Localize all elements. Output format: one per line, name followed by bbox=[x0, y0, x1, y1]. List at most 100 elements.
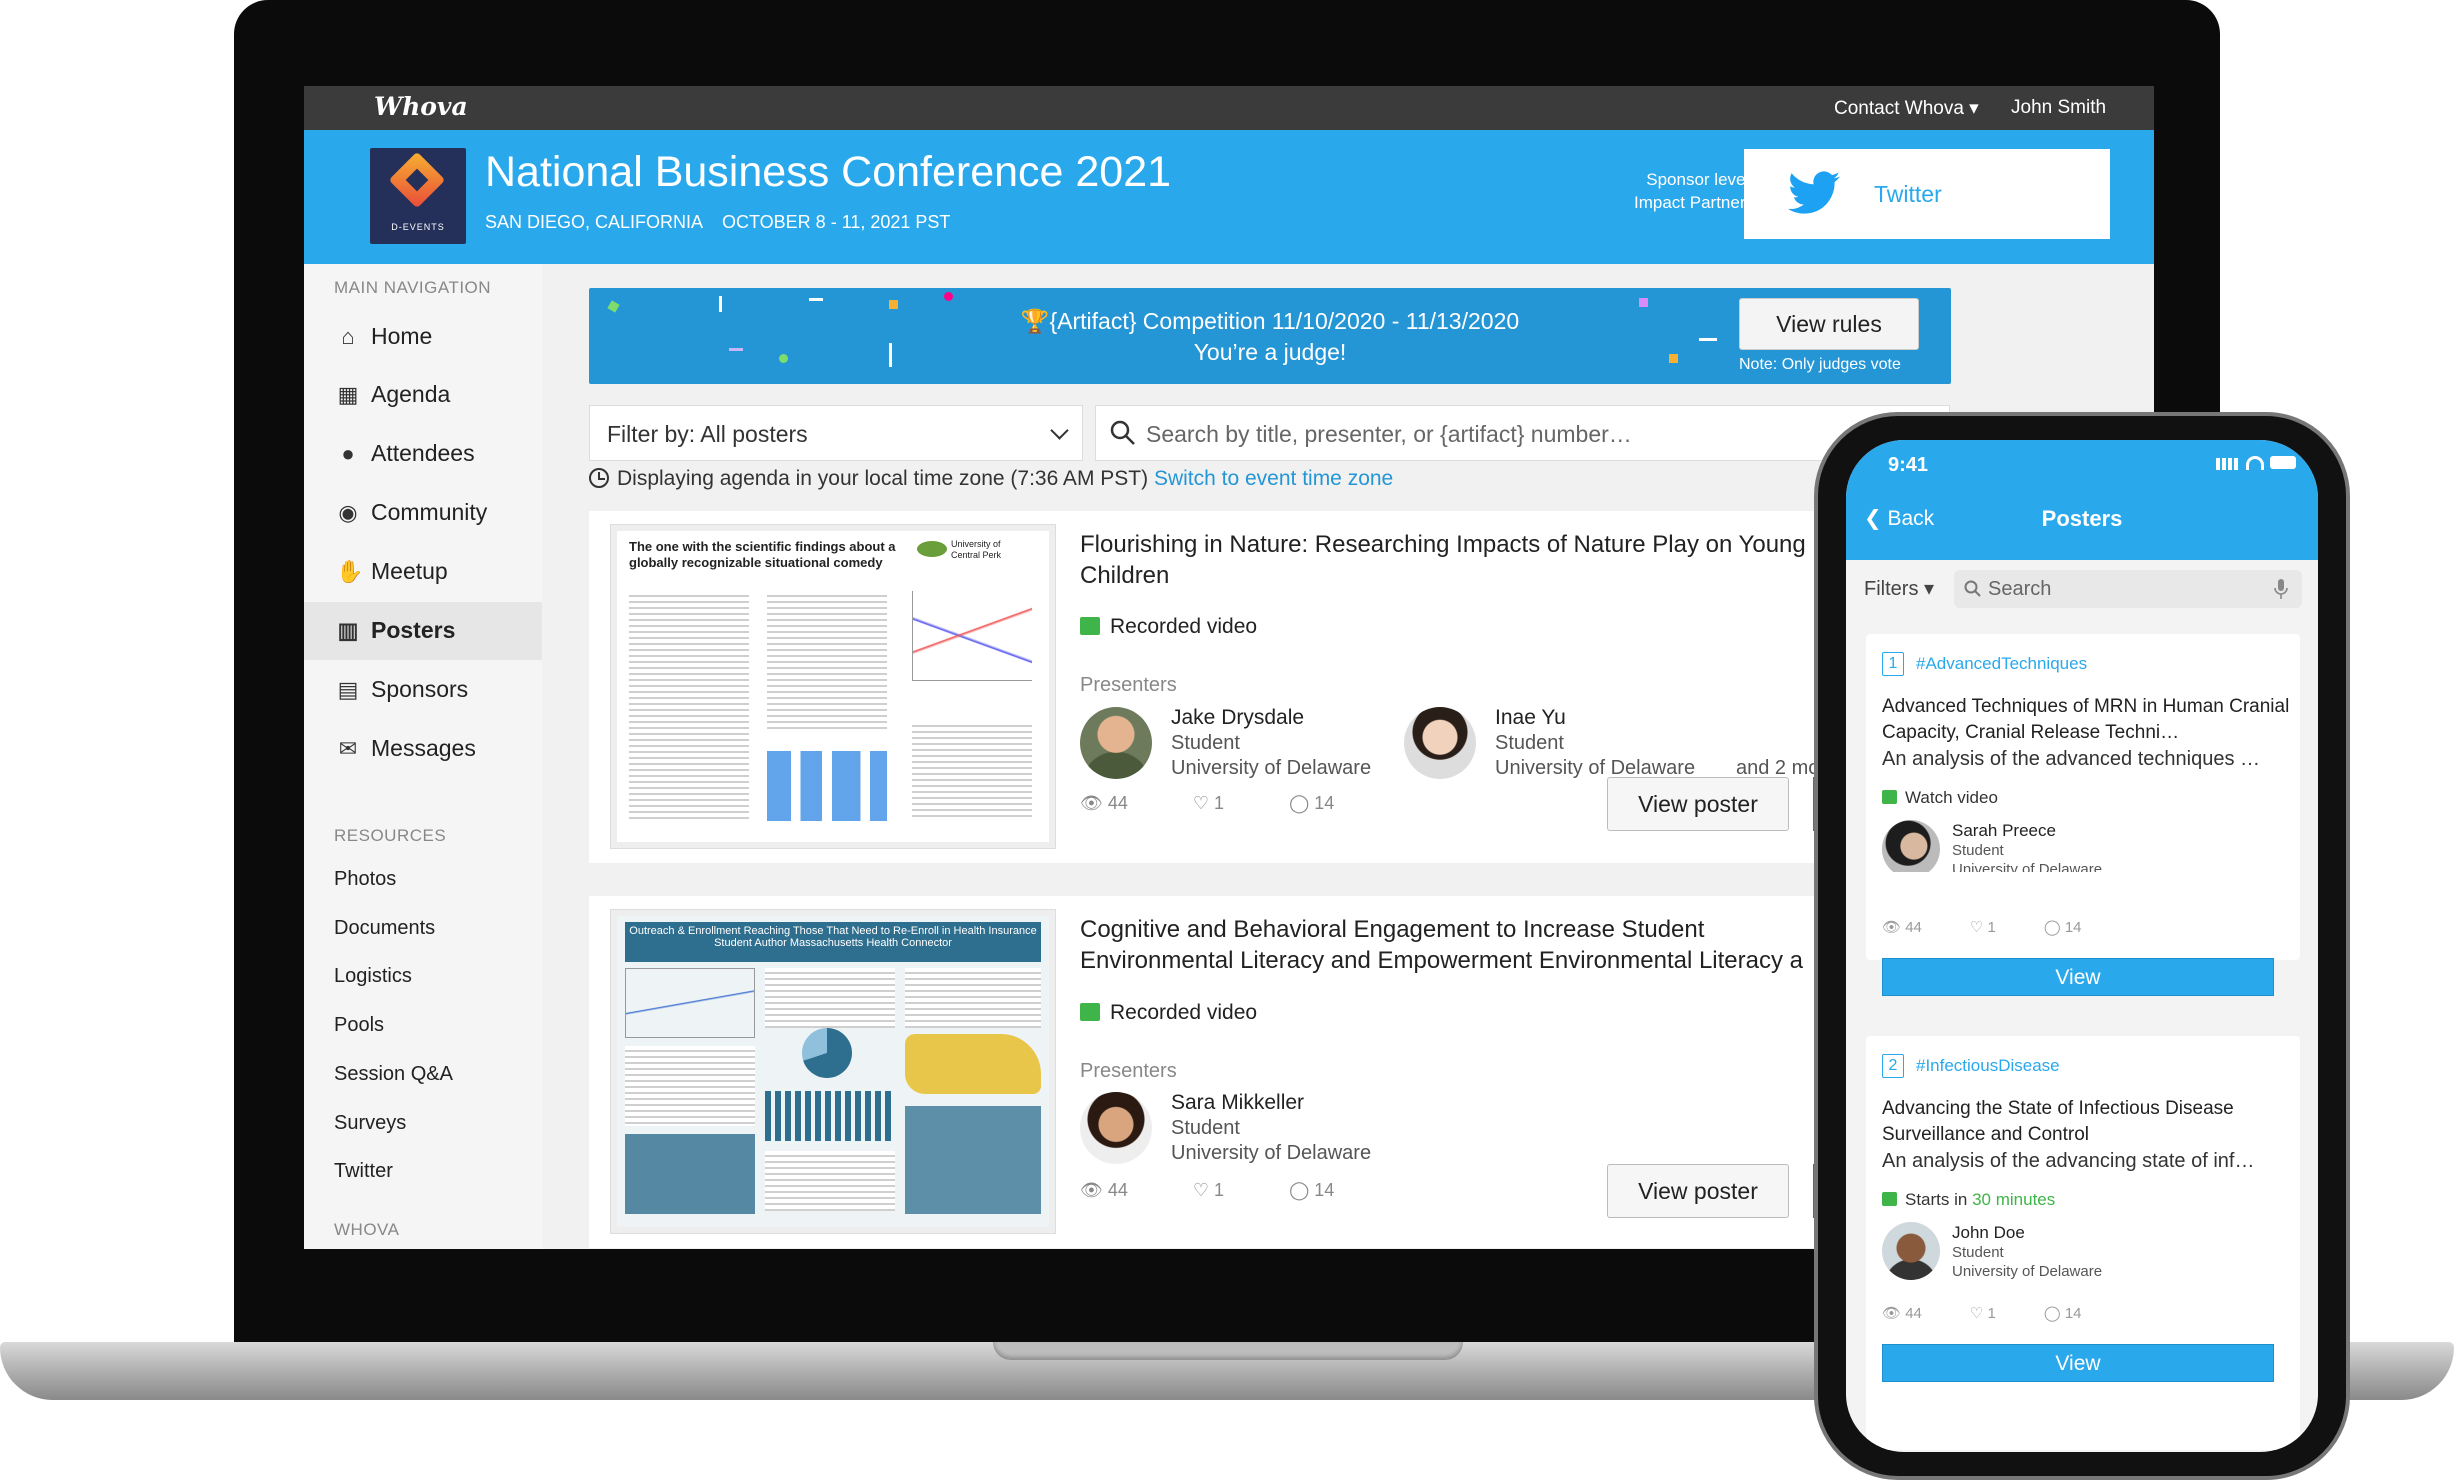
presenter-details: Student University of Delaware bbox=[1495, 732, 1696, 779]
video-camera-icon bbox=[1882, 1192, 1897, 1206]
resource-pools[interactable]: Pools bbox=[334, 1014, 384, 1037]
presenter-info: John Doe Student University of Delaware bbox=[1952, 1223, 2103, 1280]
handshake-icon: ✋ bbox=[336, 559, 364, 584]
card-footer bbox=[1866, 872, 2300, 960]
wifi-icon bbox=[2246, 456, 2264, 470]
poster-tag[interactable]: #AdvancedTechniques bbox=[1916, 654, 2087, 674]
microphone-icon[interactable] bbox=[2274, 578, 2288, 600]
phone-screen: 9:41 ❮ Back Posters Filters ▾ Search 1 #… bbox=[1846, 440, 2318, 1452]
likes-count: ♡ 1 bbox=[1192, 793, 1225, 813]
resource-photos[interactable]: Photos bbox=[334, 868, 396, 891]
event-dates: OCTOBER 8 - 11, 2021 PST bbox=[722, 212, 951, 232]
poster-stats: 👁 44 ♡ 1 ◯ 14 bbox=[1080, 1180, 1394, 1201]
event-title: National Business Conference 2021 bbox=[485, 148, 1172, 196]
poster-description: An analysis of the advancing state of in… bbox=[1882, 1150, 2255, 1172]
competition-banner: 🏆{Artifact} Competition 11/10/2020 - 11/… bbox=[589, 288, 1951, 384]
sponsor-level-label: Sponsor level: Impact Partners bbox=[1634, 170, 1754, 212]
sidebar-item-messages[interactable]: ✉ Messages bbox=[304, 720, 542, 778]
sidebar-item-attendees[interactable]: ● Attendees bbox=[304, 425, 542, 483]
video-camera-icon bbox=[1080, 617, 1100, 635]
sidebar-item-sponsors[interactable]: ▤ Sponsors bbox=[304, 661, 542, 719]
top-bar: Whova Contact Whova ▾ John Smith bbox=[304, 86, 2154, 130]
search-icon bbox=[1964, 580, 1981, 597]
view-button[interactable]: View bbox=[1882, 1344, 2274, 1382]
sidebar-item-community[interactable]: ◉ Community bbox=[304, 484, 542, 542]
judges-note: Note: Only judges vote bbox=[1739, 356, 1901, 373]
filters-dropdown[interactable]: Filters ▾ bbox=[1864, 576, 1934, 601]
view-button[interactable]: View bbox=[1882, 958, 2274, 996]
sidebar-item-home[interactable]: ⌂ Home bbox=[304, 308, 542, 366]
presenter-name[interactable]: Sara Mikkeller bbox=[1171, 1091, 1304, 1115]
recorded-video-label: Recorded video bbox=[1080, 615, 1257, 639]
resource-twitter[interactable]: Twitter bbox=[334, 1160, 393, 1183]
event-header: D-EVENTS National Business Conference 20… bbox=[304, 130, 2154, 264]
sidebar-item-agenda[interactable]: ▦ Agenda bbox=[304, 366, 542, 424]
watch-video-label[interactable]: Watch video bbox=[1882, 788, 1998, 808]
sidebar-item-meetup[interactable]: ✋ Meetup bbox=[304, 543, 542, 601]
switch-timezone-link[interactable]: Switch to event time zone bbox=[1154, 467, 1393, 490]
view-poster-button[interactable]: View poster bbox=[1607, 777, 1789, 831]
phone-header: 9:41 ❮ Back Posters bbox=[1846, 440, 2318, 560]
phone-poster-card[interactable]: 1 #AdvancedTechniques Advanced Technique… bbox=[1866, 634, 2300, 878]
resource-surveys[interactable]: Surveys bbox=[334, 1112, 406, 1135]
presenters-label: Presenters bbox=[1080, 1060, 1177, 1082]
phone-poster-card[interactable]: 2 #InfectiousDisease Advancing the State… bbox=[1866, 1036, 2300, 1450]
signal-icon bbox=[2216, 458, 2238, 470]
user-menu[interactable]: John Smith bbox=[2011, 97, 2106, 119]
whova-heading: WHOVA bbox=[334, 1220, 400, 1239]
event-logo: D-EVENTS bbox=[370, 148, 466, 244]
resources-heading: RESOURCES bbox=[334, 826, 447, 845]
poster-number: 2 bbox=[1882, 1054, 1904, 1078]
view-rules-button[interactable]: View rules bbox=[1739, 298, 1919, 350]
poster-tag[interactable]: #InfectiousDisease bbox=[1916, 1056, 2060, 1076]
poster-thumbnail[interactable]: Outreach & Enrollment Reaching Those Tha… bbox=[611, 910, 1055, 1233]
contact-menu[interactable]: Contact Whova ▾ bbox=[1834, 97, 1979, 120]
phone-title: Posters bbox=[2041, 506, 2123, 531]
timezone-note: Displaying agenda in your local time zon… bbox=[589, 467, 1393, 491]
presenter-info: Sarah Preece Student University of Delaw… bbox=[1952, 821, 2103, 878]
presenters-label: Presenters bbox=[1080, 674, 1177, 696]
views-count: 👁 44 bbox=[1080, 793, 1128, 813]
search-input[interactable]: Search by title, presenter, or {artifact… bbox=[1095, 405, 1950, 461]
building-icon: ▤ bbox=[337, 677, 359, 702]
presenter-details: Student University of Delaware bbox=[1171, 1117, 1372, 1164]
presenter-name[interactable]: Jake Drysdale bbox=[1171, 706, 1304, 730]
avatar bbox=[1882, 1222, 1940, 1280]
avatar bbox=[1404, 707, 1476, 779]
poster-stats: 👁 44♡ 1◯ 14 bbox=[1882, 919, 2082, 936]
sidebar: MAIN NAVIGATION ⌂ Home ▦ Agenda ● Attendees… bbox=[304, 264, 542, 1249]
twitter-bird-icon bbox=[1788, 171, 1840, 214]
chat-icon: ◉ bbox=[338, 500, 358, 525]
sidebar-item-posters[interactable]: ▥ Posters bbox=[304, 602, 542, 660]
poster-stats: 👁 44♡ 1◯ 14 bbox=[1882, 1305, 2082, 1322]
recorded-video-label: Recorded video bbox=[1080, 1001, 1257, 1025]
poster-description: An analysis of the advanced techniques … bbox=[1882, 748, 2261, 770]
whova-logo[interactable]: Whova bbox=[374, 92, 468, 121]
poster-title[interactable]: Advanced Techniques of MRN in Human Cran… bbox=[1882, 694, 2292, 746]
event-location: SAN DIEGO, CALIFORNIA bbox=[485, 212, 704, 232]
avatar bbox=[1882, 820, 1940, 878]
building-icon: ▥ bbox=[337, 618, 359, 643]
starts-in-label: Starts in 30 minutes bbox=[1882, 1190, 2055, 1210]
status-time: 9:41 bbox=[1888, 454, 1929, 476]
presenter-name[interactable]: Inae Yu bbox=[1495, 706, 1566, 730]
phone-search-input[interactable]: Search bbox=[1954, 570, 2302, 608]
poster-number: 1 bbox=[1882, 652, 1904, 676]
poster-thumbnail[interactable]: The one with the scientific findings abo… bbox=[611, 525, 1055, 848]
view-poster-button[interactable]: View poster bbox=[1607, 1164, 1789, 1218]
search-icon bbox=[1110, 420, 1135, 445]
poster-stats: 👁 44 ♡ 1 ◯ 14 bbox=[1080, 793, 1394, 814]
video-camera-icon bbox=[1080, 1003, 1100, 1021]
resource-session-qa[interactable]: Session Q&A bbox=[334, 1063, 453, 1086]
filter-dropdown[interactable]: Filter by: All posters bbox=[589, 405, 1083, 461]
resource-documents[interactable]: Documents bbox=[334, 917, 435, 940]
poster-card: Outreach & Enrollment Reaching Those Tha… bbox=[589, 896, 1951, 1248]
resource-logistics[interactable]: Logistics bbox=[334, 965, 412, 988]
poster-title[interactable]: Advancing the State of Infectious Diseas… bbox=[1882, 1096, 2292, 1148]
views-count: 👁 44 bbox=[1080, 1180, 1128, 1200]
chevron-down-icon bbox=[1050, 421, 1069, 440]
sponsor-twitter-button[interactable]: Twitter bbox=[1744, 149, 2110, 239]
poster-card: The one with the scientific findings abo… bbox=[589, 511, 1951, 863]
home-icon: ⌂ bbox=[341, 324, 355, 349]
avatar bbox=[1080, 707, 1152, 779]
